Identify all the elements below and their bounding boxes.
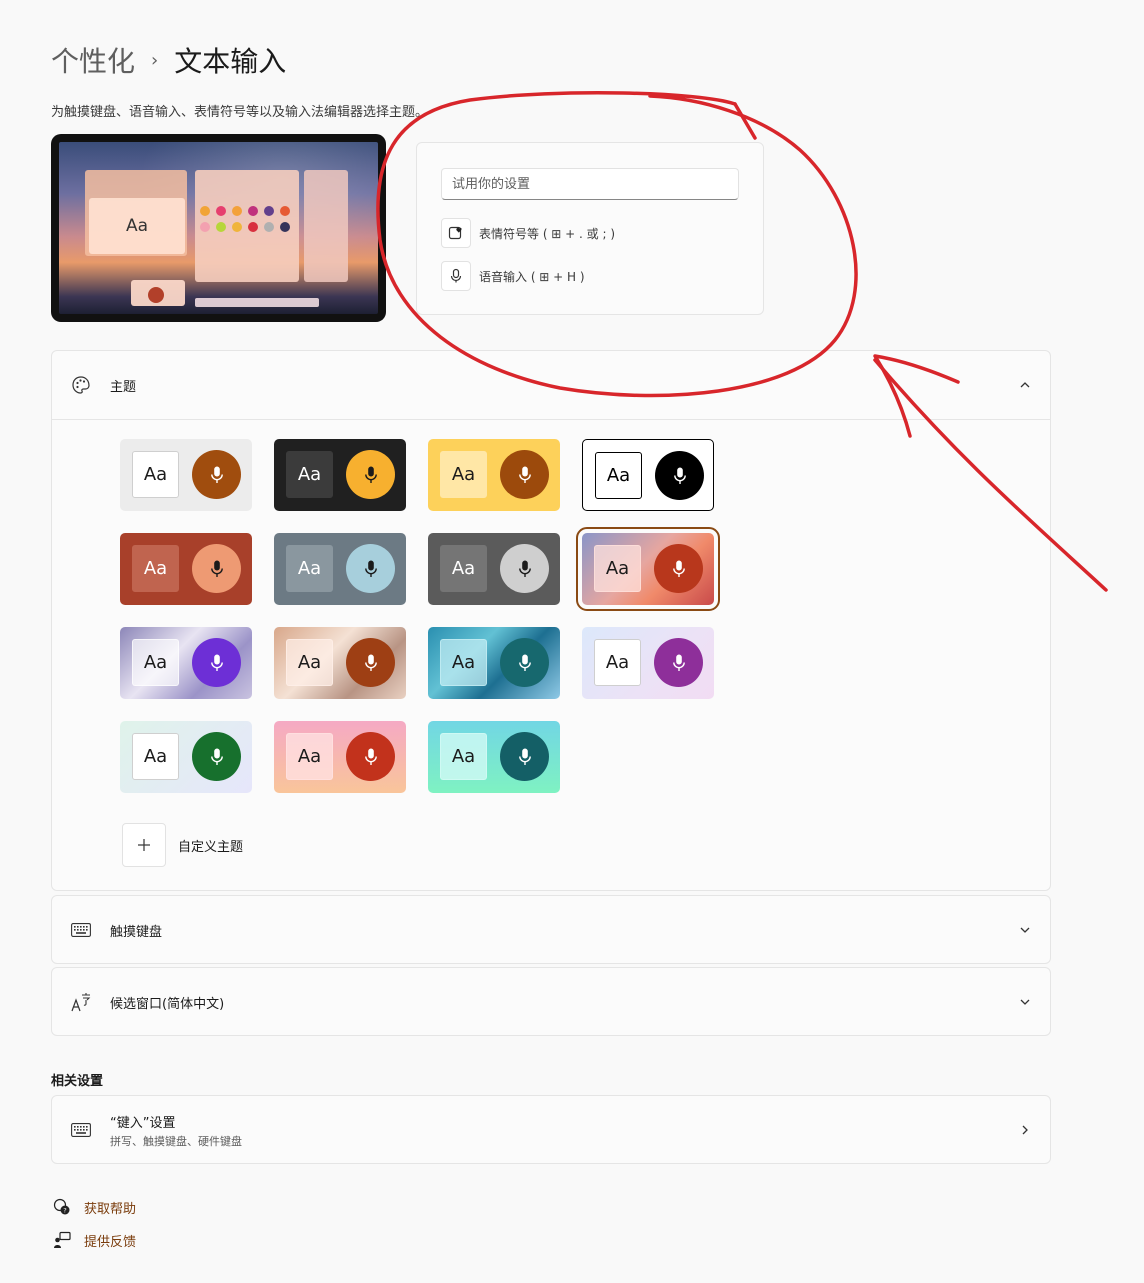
theme-tile-slate[interactable]: Aa — [274, 533, 406, 605]
keyboard-icon — [70, 919, 92, 941]
theme-tile-sample-text: Aa — [594, 639, 641, 686]
custom-theme-label: 自定义主题 — [178, 839, 244, 855]
theme-tile-mint[interactable]: Aa — [120, 721, 252, 793]
microphone-icon — [346, 732, 395, 781]
candidate-window-expander[interactable]: 候选窗口(简体中文) — [51, 967, 1051, 1036]
svg-text:?: ? — [63, 1207, 66, 1215]
emoji-hint: 表情符号等 ( ⊞ + . 或 ; ) — [441, 218, 615, 248]
theme-tile-sample-text: Aa — [132, 733, 179, 780]
theme-expander-header[interactable]: 主题 — [52, 351, 1050, 419]
microphone-icon — [654, 544, 703, 593]
chevron-down-icon[interactable] — [1018, 995, 1032, 1009]
theme-tile-high-contrast[interactable]: Aa — [582, 439, 714, 511]
theme-grid: 自定义主题 Aa Aa Aa Aa Aa Aa Aa Aa Aa Aa Aa Aa Aa Aa Aa — [52, 419, 1050, 891]
theme-tile-sample-text: Aa — [440, 545, 487, 592]
theme-preview-image: Aa — [51, 134, 386, 322]
touch-keyboard-expander[interactable]: 触摸键盘 — [51, 895, 1051, 964]
get-help-label[interactable]: 获取帮助 — [84, 1198, 136, 1217]
microphone-icon — [500, 638, 549, 687]
theme-tile-sample-text: Aa — [440, 733, 487, 780]
chevron-up-icon[interactable] — [1018, 378, 1032, 392]
voice-hint-label: 语音输入 ( ⊞ + H ) — [479, 269, 585, 284]
breadcrumb: 个性化 › 文本输入 — [51, 40, 286, 80]
breadcrumb-parent-link[interactable]: 个性化 — [51, 40, 135, 80]
page-description: 为触摸键盘、语音输入、表情符号等以及输入法编辑器选择主题。 — [51, 105, 429, 120]
candidate-window-title: 候选窗口(简体中文) — [110, 996, 225, 1012]
tryout-card: 表情符号等 ( ⊞ + . 或 ; ) 语音输入 ( ⊞ + H ) — [416, 142, 764, 315]
custom-theme-row[interactable]: 自定义主题 — [122, 823, 243, 867]
microphone-icon — [500, 732, 549, 781]
tryout-input[interactable] — [441, 168, 739, 200]
ime-language-icon — [70, 991, 92, 1013]
theme-tile-sample-text: Aa — [286, 545, 333, 592]
chevron-right-icon[interactable] — [1018, 1123, 1032, 1137]
theme-tile-ocean[interactable]: Aa — [428, 627, 560, 699]
microphone-icon — [500, 544, 549, 593]
theme-tile-sample-text: Aa — [132, 451, 179, 498]
theme-tile-aqua[interactable]: Aa — [428, 721, 560, 793]
theme-tile-sample-text: Aa — [595, 452, 642, 499]
theme-tile-sample-text: Aa — [286, 733, 333, 780]
typing-settings-subtitle: 拼写、触摸键盘、硬件键盘 — [110, 1134, 242, 1148]
microphone-icon — [192, 732, 241, 781]
microphone-icon — [346, 638, 395, 687]
theme-tile-peach[interactable]: Aa — [274, 721, 406, 793]
feedback-icon — [51, 1229, 73, 1251]
chevron-down-icon[interactable] — [1018, 923, 1032, 937]
annotation-ellipse-tail — [733, 102, 757, 140]
microphone-icon — [346, 450, 395, 499]
theme-tile-dark[interactable]: Aa — [274, 439, 406, 511]
emoji-hint-label: 表情符号等 ( ⊞ + . 或 ; ) — [479, 226, 616, 241]
add-custom-theme-button[interactable] — [122, 823, 166, 867]
theme-tile-light[interactable]: Aa — [120, 439, 252, 511]
emoji-heart-icon[interactable] — [441, 218, 471, 248]
get-help-link[interactable]: ? 获取帮助 — [51, 1196, 136, 1218]
theme-tile-graphite[interactable]: Aa — [428, 533, 560, 605]
typing-settings-title: “键入”设置 — [110, 1115, 176, 1131]
keyboard-icon — [70, 1119, 92, 1141]
theme-tile-orchid[interactable]: Aa — [582, 627, 714, 699]
theme-tile-sample-text: Aa — [440, 639, 487, 686]
voice-hint: 语音输入 ( ⊞ + H ) — [441, 261, 585, 291]
theme-tile-yellow[interactable]: Aa — [428, 439, 560, 511]
microphone-icon — [655, 451, 704, 500]
theme-tile-sample-text: Aa — [594, 545, 641, 592]
microphone-icon[interactable] — [441, 261, 471, 291]
microphone-icon — [346, 544, 395, 593]
related-settings-heading: 相关设置 — [51, 1074, 104, 1089]
theme-tile-sample-text: Aa — [440, 451, 487, 498]
theme-tile-sample-text: Aa — [132, 639, 179, 686]
microphone-icon — [192, 544, 241, 593]
preview-sample-text: Aa — [89, 198, 185, 254]
theme-tile-sample-text: Aa — [132, 545, 179, 592]
typing-settings-text: “键入”设置 拼写、触摸键盘、硬件键盘 — [110, 1112, 1018, 1149]
typing-settings-link[interactable]: “键入”设置 拼写、触摸键盘、硬件键盘 — [51, 1095, 1051, 1164]
theme-expander-title: 主题 — [110, 379, 137, 395]
theme-tile-sand-wave[interactable]: Aa — [274, 627, 406, 699]
breadcrumb-separator: › — [151, 49, 159, 71]
give-feedback-label[interactable]: 提供反馈 — [84, 1231, 136, 1250]
theme-tile-sunset-selected[interactable]: Aa — [576, 527, 720, 611]
theme-tile-sample-text: Aa — [286, 451, 333, 498]
touch-keyboard-title: 触摸键盘 — [110, 924, 163, 940]
microphone-icon — [500, 450, 549, 499]
page-title: 文本输入 — [174, 45, 287, 78]
theme-tile-rust[interactable]: Aa — [120, 533, 252, 605]
microphone-icon — [654, 638, 703, 687]
theme-tile-lavender-wave[interactable]: Aa — [120, 627, 252, 699]
give-feedback-link[interactable]: 提供反馈 — [51, 1229, 136, 1251]
microphone-icon — [192, 450, 241, 499]
theme-tile-sample-text: Aa — [286, 639, 333, 686]
help-chat-icon: ? — [51, 1196, 73, 1218]
theme-expander: 主题 自定义主题 Aa Aa Aa Aa Aa Aa Aa Aa Aa Aa Aa Aa Aa Aa Aa — [51, 350, 1051, 891]
palette-icon — [70, 374, 92, 396]
microphone-icon — [192, 638, 241, 687]
